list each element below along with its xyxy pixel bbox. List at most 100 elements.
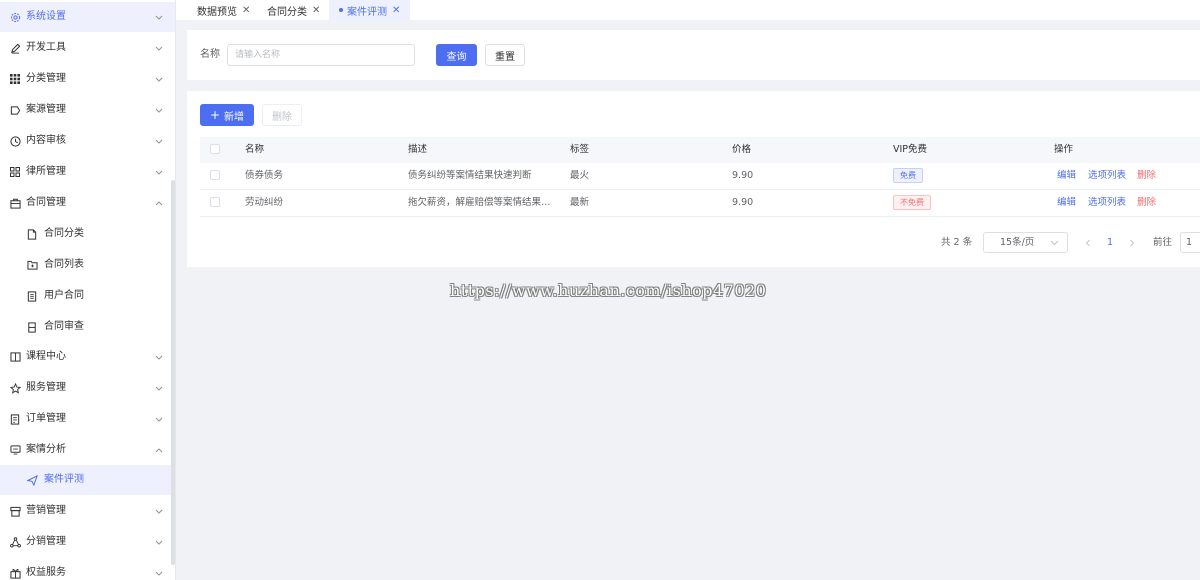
chevron-down-icon [154, 504, 164, 518]
table-header: 名称 描述 标签 价格 VIP免费 操作 [200, 137, 1200, 163]
vip-free-tag: 免费 [893, 168, 923, 183]
chevron-left-icon[interactable] [1085, 236, 1091, 250]
sidebar-item-case-evaluation[interactable]: 案件评测 [0, 465, 175, 495]
add-button[interactable]: + 新增 [200, 104, 254, 126]
sidebar-item-label: 律所管理 [26, 166, 66, 177]
sidebar-item-category-management[interactable]: 分类管理 [0, 64, 175, 94]
row-delete-link[interactable]: 删除 [1137, 190, 1156, 216]
row-checkbox[interactable] [210, 170, 220, 180]
chevron-down-icon [154, 10, 164, 24]
chevron-up-icon [154, 443, 164, 457]
tab-data-preview[interactable]: 数据预览 ✕ [197, 0, 250, 20]
row-delete-link[interactable]: 删除 [1137, 163, 1156, 189]
sidebar-item-label: 分销管理 [26, 536, 66, 547]
sidebar-item-content-review[interactable]: 内容审核 [0, 126, 175, 156]
edit-link[interactable]: 编辑 [1057, 190, 1076, 216]
tab-contract-category[interactable]: 合同分类 ✕ [267, 0, 320, 20]
sidebar-item-label: 用户合同 [44, 290, 84, 301]
close-icon[interactable]: ✕ [312, 5, 320, 16]
chevron-down-icon [154, 72, 164, 86]
chevron-right-icon[interactable] [1129, 236, 1135, 250]
list-doc-icon [26, 290, 38, 302]
pagination-goto-label: 前往 [1153, 237, 1173, 248]
sidebar-item-label: 案件评测 [44, 474, 84, 485]
cell-tag: 最新 [570, 197, 590, 208]
chevron-down-icon [154, 412, 164, 426]
sidebar-scrollbar[interactable] [171, 180, 175, 565]
tab-label: 合同分类 [267, 6, 307, 18]
chevron-up-icon [154, 196, 164, 210]
table-row: 债券债务 债务纠纷等案情结果快速判断 最火 9.90 免费 编辑 选项列表 删除 [200, 163, 1200, 190]
sidebar-item-course-center[interactable]: 课程中心 [0, 342, 175, 372]
sidebar-item-label: 服务管理 [26, 382, 66, 393]
query-button[interactable]: 查询 [436, 44, 477, 66]
header-vip: VIP免费 [893, 144, 928, 155]
watermark-text: https://www.huzhan.com/ishop47020 [450, 281, 767, 300]
sidebar-item-system-settings[interactable]: 系统设置 [0, 2, 175, 32]
sidebar-item-label: 营销管理 [26, 505, 66, 516]
sidebar-item-label: 内容审核 [26, 135, 66, 146]
book-icon [9, 351, 21, 363]
sidebar-item-label: 分类管理 [26, 73, 66, 84]
sidebar-item-contract-review[interactable]: 合同审查 [0, 312, 175, 342]
sidebar-item-case-source[interactable]: 案源管理 [0, 95, 175, 125]
tag-icon [9, 104, 21, 116]
header-tag: 标签 [570, 144, 590, 155]
sidebar-item-rights-service[interactable]: 权益服务 [0, 558, 175, 580]
edit-link[interactable]: 编辑 [1057, 163, 1076, 189]
sidebar-item-distribution[interactable]: 分销管理 [0, 527, 175, 557]
chevron-down-icon [154, 134, 164, 148]
close-icon[interactable]: ✕ [242, 5, 250, 16]
search-panel: 名称 查询 重置 [187, 30, 1200, 80]
chevron-down-icon [154, 535, 164, 549]
sidebar-item-label: 合同管理 [26, 197, 66, 208]
star-icon [9, 382, 21, 394]
pen-icon [9, 42, 21, 54]
sidebar-item-user-contract[interactable]: 用户合同 [0, 281, 175, 311]
search-input[interactable] [227, 44, 415, 66]
sidebar-item-service-management[interactable]: 服务管理 [0, 373, 175, 403]
shop-icon [9, 505, 21, 517]
document-icon [26, 228, 38, 240]
sidebar-item-contract-list[interactable]: 合同列表 [0, 250, 175, 280]
chevron-down-icon [154, 41, 164, 55]
sidebar-item-dev-tools[interactable]: 开发工具 [0, 33, 175, 63]
cell-price: 9.90 [732, 170, 754, 181]
sidebar-item-label: 合同分类 [44, 228, 84, 239]
sidebar-item-contract-management[interactable]: 合同管理 [0, 188, 175, 218]
options-list-link[interactable]: 选项列表 [1088, 190, 1126, 216]
close-icon[interactable]: ✕ [392, 5, 400, 16]
row-checkbox[interactable] [210, 197, 220, 207]
chevron-down-icon [154, 103, 164, 117]
briefcase-icon [9, 197, 21, 209]
sidebar-item-order-management[interactable]: 订单管理 [0, 404, 175, 434]
table-panel: + 新增 删除 名称 描述 标签 价格 VIP免费 操作 债券债务 债务纠纷等案… [187, 91, 1200, 267]
sidebar-item-label: 系统设置 [26, 11, 66, 22]
sidebar-item-label: 案情分析 [26, 444, 66, 455]
chevron-down-icon [154, 165, 164, 179]
tab-case-evaluation[interactable]: 案件评测 ✕ [329, 0, 411, 20]
share-icon [9, 536, 21, 548]
page-size-select[interactable]: 15条/页 [983, 232, 1068, 253]
options-list-link[interactable]: 选项列表 [1088, 163, 1126, 189]
sidebar-item-label: 订单管理 [26, 413, 66, 424]
sidebar-item-label: 权益服务 [26, 567, 66, 578]
table-row: 劳动纠纷 拖欠薪资，解雇赔偿等案情结果快速判断 最新 9.90 不免费 编辑 选… [200, 190, 1200, 217]
header-actions: 操作 [1054, 144, 1074, 155]
sidebar-item-case-analysis[interactable]: 案情分析 [0, 435, 175, 465]
gear-icon [9, 11, 21, 23]
sidebar-item-marketing[interactable]: 营销管理 [0, 496, 175, 526]
sidebar-item-law-firm[interactable]: 律所管理 [0, 157, 175, 187]
page-size-value: 15条/页 [1000, 237, 1035, 248]
pagination-goto-input[interactable] [1180, 232, 1200, 253]
sidebar-item-label: 课程中心 [26, 351, 66, 362]
sidebar-item-contract-category[interactable]: 合同分类 [0, 219, 175, 249]
delete-button[interactable]: 删除 [262, 104, 302, 126]
select-all-checkbox[interactable] [210, 144, 220, 154]
reset-button[interactable]: 重置 [485, 44, 525, 66]
sidebar: 系统设置 开发工具 分类管理 案源管理 内容审核 律所管理 合同管理 合同分类 … [0, 0, 176, 580]
header-desc: 描述 [408, 144, 428, 155]
pagination-total: 共 2 条 [941, 237, 973, 248]
cell-tag: 最火 [570, 170, 590, 181]
pagination-page-1[interactable]: 1 [1107, 236, 1113, 250]
